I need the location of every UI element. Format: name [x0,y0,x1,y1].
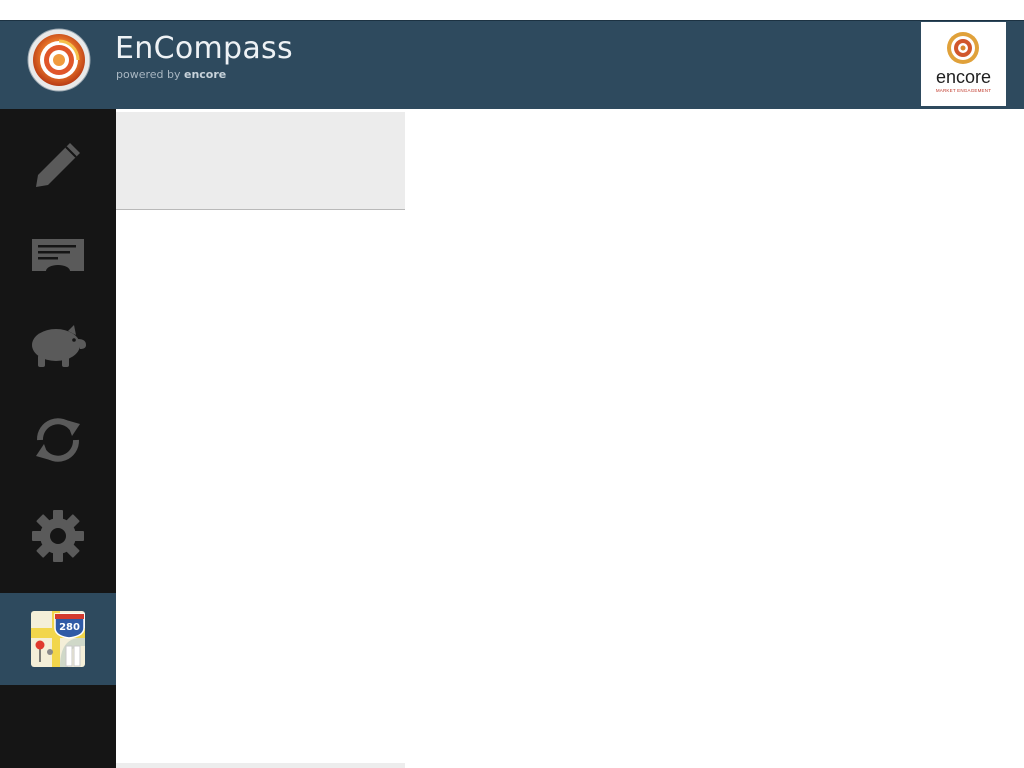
sidebar-item-sync[interactable] [0,394,116,486]
app-subtitle: powered by encore [116,68,226,81]
encompass-logo-icon [26,27,92,93]
encore-swirl-icon [947,32,979,64]
piggy-bank-icon [32,325,86,367]
panel-footer-edge [116,763,405,768]
subtitle-prefix: powered by [116,68,181,81]
main-content [405,109,1024,768]
sync-icon [36,418,80,462]
sidebar-item-maps[interactable]: 280 [0,593,116,685]
app-header: EnCompass powered by encore encore MARKE… [0,20,1024,109]
route-badge: 280 [59,622,80,633]
sidebar-item-settings[interactable] [0,490,116,582]
sidebar-item-edit[interactable] [0,119,116,211]
panel-header [116,112,405,210]
sidebar-item-savings[interactable] [0,301,116,393]
ticket-icon [32,239,84,271]
gear-icon [32,510,84,562]
maps-icon: 280 [31,611,85,667]
side-panel [116,109,405,768]
pencil-icon [36,143,80,187]
sidebar-item-ticket[interactable] [0,211,116,303]
sidebar: 280 [0,109,116,768]
app-title: EnCompass [115,31,293,66]
partner-logo: encore MARKET ENGAGEMENT [921,22,1006,106]
partner-name: encore [935,67,992,87]
partner-tagline: MARKET ENGAGEMENT [935,88,992,93]
subtitle-brand: encore [184,68,227,81]
